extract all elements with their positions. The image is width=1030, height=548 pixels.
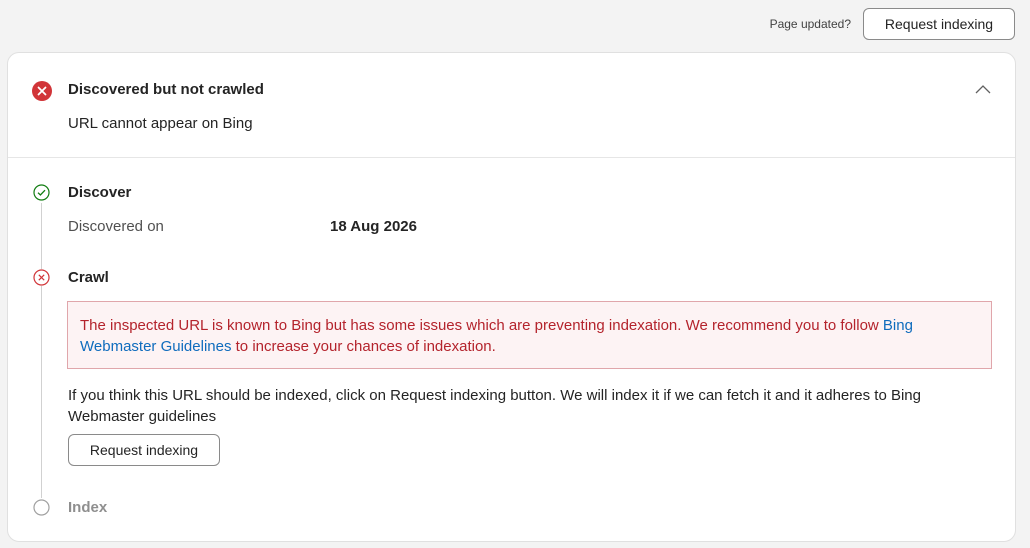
chevron-up-icon[interactable] — [973, 79, 993, 99]
status-header[interactable]: Discovered but not crawled URL cannot ap… — [8, 53, 1015, 158]
check-circle-icon — [33, 184, 50, 201]
pending-circle-icon — [33, 499, 50, 516]
discovered-on-label: Discovered on — [68, 218, 164, 235]
request-indexing-button-top[interactable]: Request indexing — [863, 8, 1015, 40]
alert-text-after: to increase your chances of indexation. — [231, 338, 496, 355]
timeline-connector — [41, 203, 42, 498]
step-crawl-label: Crawl — [68, 269, 109, 286]
step-index-label: Index — [68, 499, 108, 516]
status-subtitle: URL cannot appear on Bing — [68, 115, 253, 132]
request-indexing-info: If you think this URL should be indexed,… — [68, 387, 921, 425]
error-circle-icon — [32, 81, 52, 101]
page-updated-label: Page updated? — [769, 17, 851, 31]
top-actions: Page updated? Request indexing — [770, 8, 1015, 40]
error-outline-icon — [33, 269, 50, 286]
request-indexing-button[interactable]: Request indexing — [68, 434, 220, 466]
crawl-error-alert: The inspected URL is known to Bing but h… — [67, 301, 992, 369]
alert-text-before: The inspected URL is known to Bing but h… — [80, 317, 883, 334]
discovered-on-value: 18 Aug 2026 — [330, 218, 417, 235]
url-inspection-card: Discovered but not crawled URL cannot ap… — [7, 52, 1016, 542]
step-discover-label: Discover — [68, 184, 132, 201]
status-title: Discovered but not crawled — [68, 81, 264, 98]
